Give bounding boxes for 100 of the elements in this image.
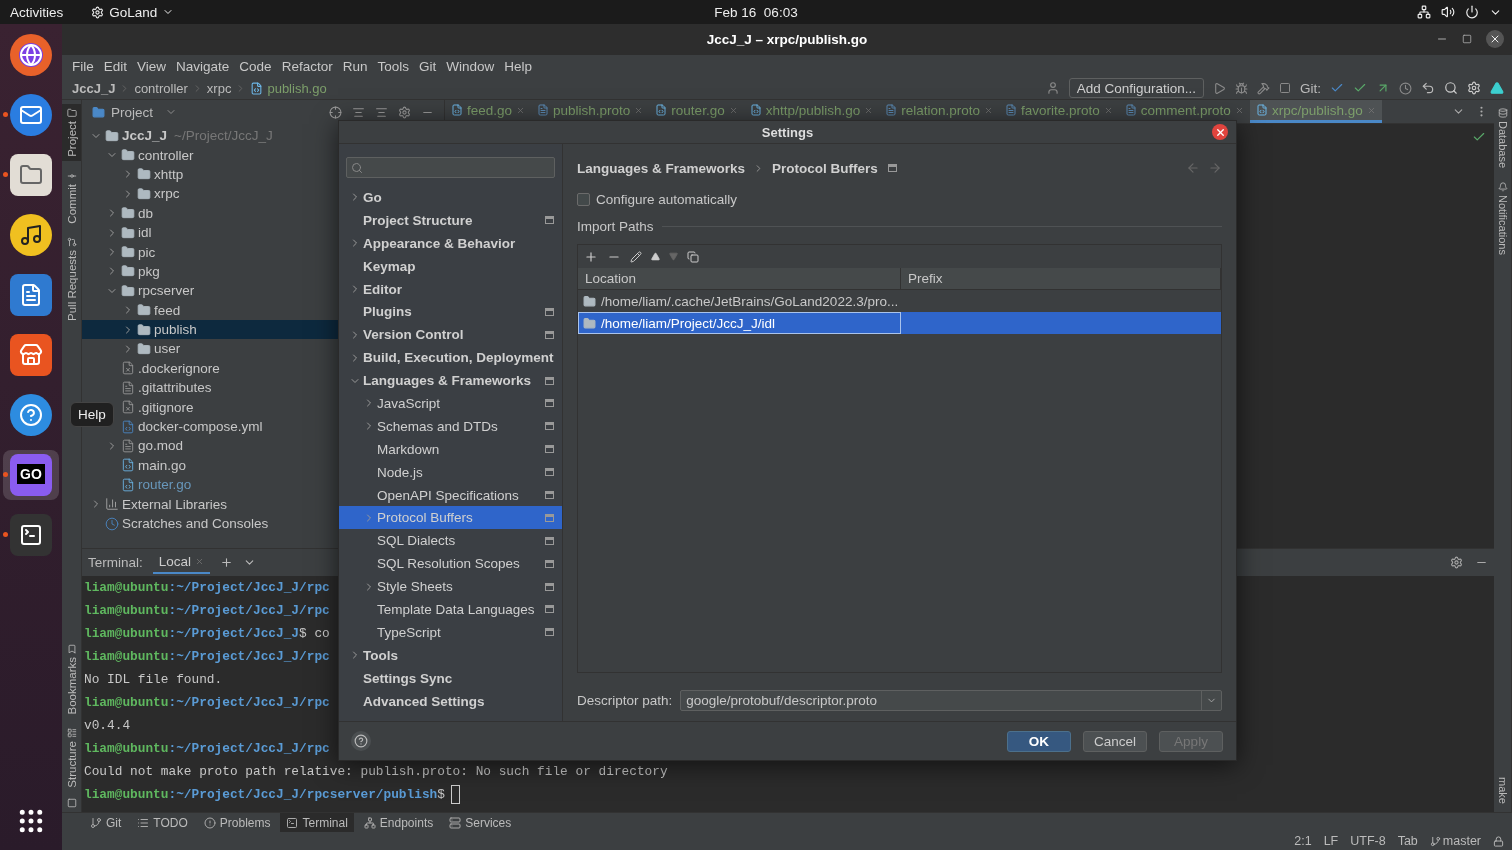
close-icon[interactable] <box>634 105 644 115</box>
tool-window-tab[interactable]: Commit <box>62 166 81 228</box>
status-item[interactable]: LF <box>1323 834 1339 848</box>
close-icon[interactable] <box>1103 105 1113 115</box>
panel-title[interactable]: Project <box>111 104 154 120</box>
column-header[interactable]: Prefix <box>901 268 1221 289</box>
status-item[interactable]: UTF-8 <box>1350 834 1386 848</box>
settings-nav-item[interactable]: Advanced Settings <box>339 689 562 713</box>
lock-icon[interactable] <box>1493 835 1504 847</box>
dialog-button[interactable]: Cancel <box>1082 730 1147 752</box>
build-icon[interactable] <box>1257 81 1270 95</box>
add-icon[interactable] <box>584 249 598 264</box>
settings-nav-item[interactable]: Schemas and DTDs <box>339 414 562 438</box>
column-header[interactable]: Location <box>578 268 901 289</box>
maximize-icon[interactable] <box>1462 34 1472 44</box>
settings-nav-item[interactable]: Editor <box>339 277 562 301</box>
settings-nav-item[interactable]: SQL Dialects <box>339 529 562 553</box>
back-icon[interactable] <box>1186 161 1200 175</box>
debug-icon[interactable] <box>1235 81 1248 95</box>
dock-item[interactable]: GO <box>3 450 59 500</box>
locate-icon[interactable] <box>329 105 342 119</box>
menu-item[interactable]: File <box>68 58 98 74</box>
help-button[interactable] <box>351 731 371 751</box>
music-icon[interactable] <box>10 214 52 256</box>
menu-item[interactable]: View <box>133 58 171 74</box>
tool-tab[interactable]: Git <box>84 813 128 832</box>
settings-nav-item[interactable]: Keymap <box>339 254 562 278</box>
settings-nav-item[interactable]: Template Data Languages <box>339 598 562 621</box>
settings-nav-item[interactable]: Appearance & Behavior <box>339 231 562 255</box>
tool-tab[interactable]: Endpoints <box>357 813 440 832</box>
edit-icon[interactable] <box>630 250 642 263</box>
close-icon[interactable] <box>195 557 205 566</box>
editor-tab[interactable]: xhttp/publish.go <box>743 100 880 123</box>
breadcrumb-item[interactable]: controller <box>134 80 188 96</box>
tool-window-tab[interactable]: Structure <box>62 724 81 792</box>
add-icon[interactable] <box>220 556 234 569</box>
menu-item[interactable]: Refactor <box>277 58 337 74</box>
checkbox[interactable] <box>577 192 590 206</box>
menu-item[interactable]: Help <box>500 58 536 74</box>
menu-item[interactable]: Navigate <box>172 58 234 74</box>
check-icon[interactable] <box>1353 81 1367 95</box>
logo-icon[interactable] <box>1490 81 1504 95</box>
clock[interactable]: Feb 16 06:03 <box>714 4 798 20</box>
menu-item[interactable]: Edit <box>99 58 132 74</box>
clock-icon[interactable] <box>1399 81 1412 95</box>
dialog-button[interactable]: OK <box>1006 730 1071 752</box>
status-item[interactable]: Tab <box>1397 834 1418 848</box>
close-icon[interactable] <box>864 105 874 115</box>
close-icon[interactable] <box>984 105 994 115</box>
help-icon[interactable] <box>10 394 52 436</box>
tool-window-tab[interactable]: Notifications <box>1494 178 1511 259</box>
collapse-icon[interactable] <box>375 105 388 119</box>
close-button[interactable] <box>1212 124 1228 140</box>
power-icon[interactable] <box>1465 5 1479 19</box>
move-up-icon[interactable] <box>651 252 660 261</box>
search-field[interactable] <box>346 157 555 178</box>
close-icon[interactable] <box>728 105 738 115</box>
tool-window-tab[interactable]: Database <box>1494 104 1511 173</box>
forward-icon[interactable] <box>1208 161 1222 175</box>
search-icon[interactable] <box>1444 81 1458 95</box>
session-tab[interactable]: Local <box>152 551 211 574</box>
breadcrumb-item[interactable]: publish.go <box>267 80 327 96</box>
settings-nav-item[interactable]: Markdown <box>339 437 562 461</box>
settings-nav-item[interactable]: SQL Resolution Scopes <box>339 552 562 576</box>
volume-icon[interactable] <box>1441 5 1455 19</box>
store-icon[interactable] <box>10 334 52 376</box>
network-icon[interactable] <box>1417 5 1431 19</box>
settings-nav-item[interactable]: Build, Execution, Deployment <box>339 346 562 370</box>
tool-window-tab[interactable]: Bookmarks <box>62 639 81 719</box>
tool-tab[interactable]: Problems <box>197 813 277 832</box>
settings-nav-item[interactable]: OpenAPI Specifications <box>339 483 562 507</box>
tool-window-tab[interactable]: Project <box>62 104 81 161</box>
settings-nav-item[interactable]: Languages & Frameworks <box>339 369 562 392</box>
settings-icon[interactable] <box>1450 556 1463 569</box>
terminal-icon[interactable] <box>10 514 52 556</box>
app-menu[interactable]: GoLand <box>109 4 158 20</box>
tree-item[interactable]: xhttp <box>82 164 444 185</box>
run-icon[interactable] <box>1213 81 1226 95</box>
settings-icon[interactable] <box>1467 81 1481 95</box>
tool-window-tab[interactable]: Pull Requests <box>62 233 81 326</box>
undo-icon[interactable] <box>1421 81 1435 95</box>
tool-tab[interactable]: Terminal <box>280 813 354 832</box>
tool-window-tab[interactable]: make <box>1494 773 1511 808</box>
tree-item[interactable]: JccJ_J ~/Project/JccJ_J <box>82 126 444 146</box>
menu-item[interactable]: Code <box>235 58 276 74</box>
folder-icon[interactable] <box>10 154 52 196</box>
settings-nav-item[interactable]: Style Sheets <box>339 575 562 599</box>
settings-nav-item[interactable]: Node.js <box>339 460 562 484</box>
tool-tab[interactable]: TODO <box>131 813 194 832</box>
settings-nav-item[interactable]: Protocol Buffers <box>339 506 562 530</box>
user-icon[interactable] <box>1045 81 1060 95</box>
document-icon[interactable] <box>10 274 52 316</box>
menu-item[interactable]: Run <box>338 58 372 74</box>
add-configuration-button[interactable]: Add Configuration... <box>1068 78 1204 98</box>
settings-nav-item[interactable]: JavaScript <box>339 392 562 415</box>
menu-item[interactable]: Git <box>414 58 441 74</box>
copy-icon[interactable] <box>687 250 699 263</box>
layout-icon[interactable] <box>66 798 77 808</box>
tool-tab[interactable]: Services <box>443 813 518 832</box>
tree-item[interactable]: controller <box>82 145 444 165</box>
